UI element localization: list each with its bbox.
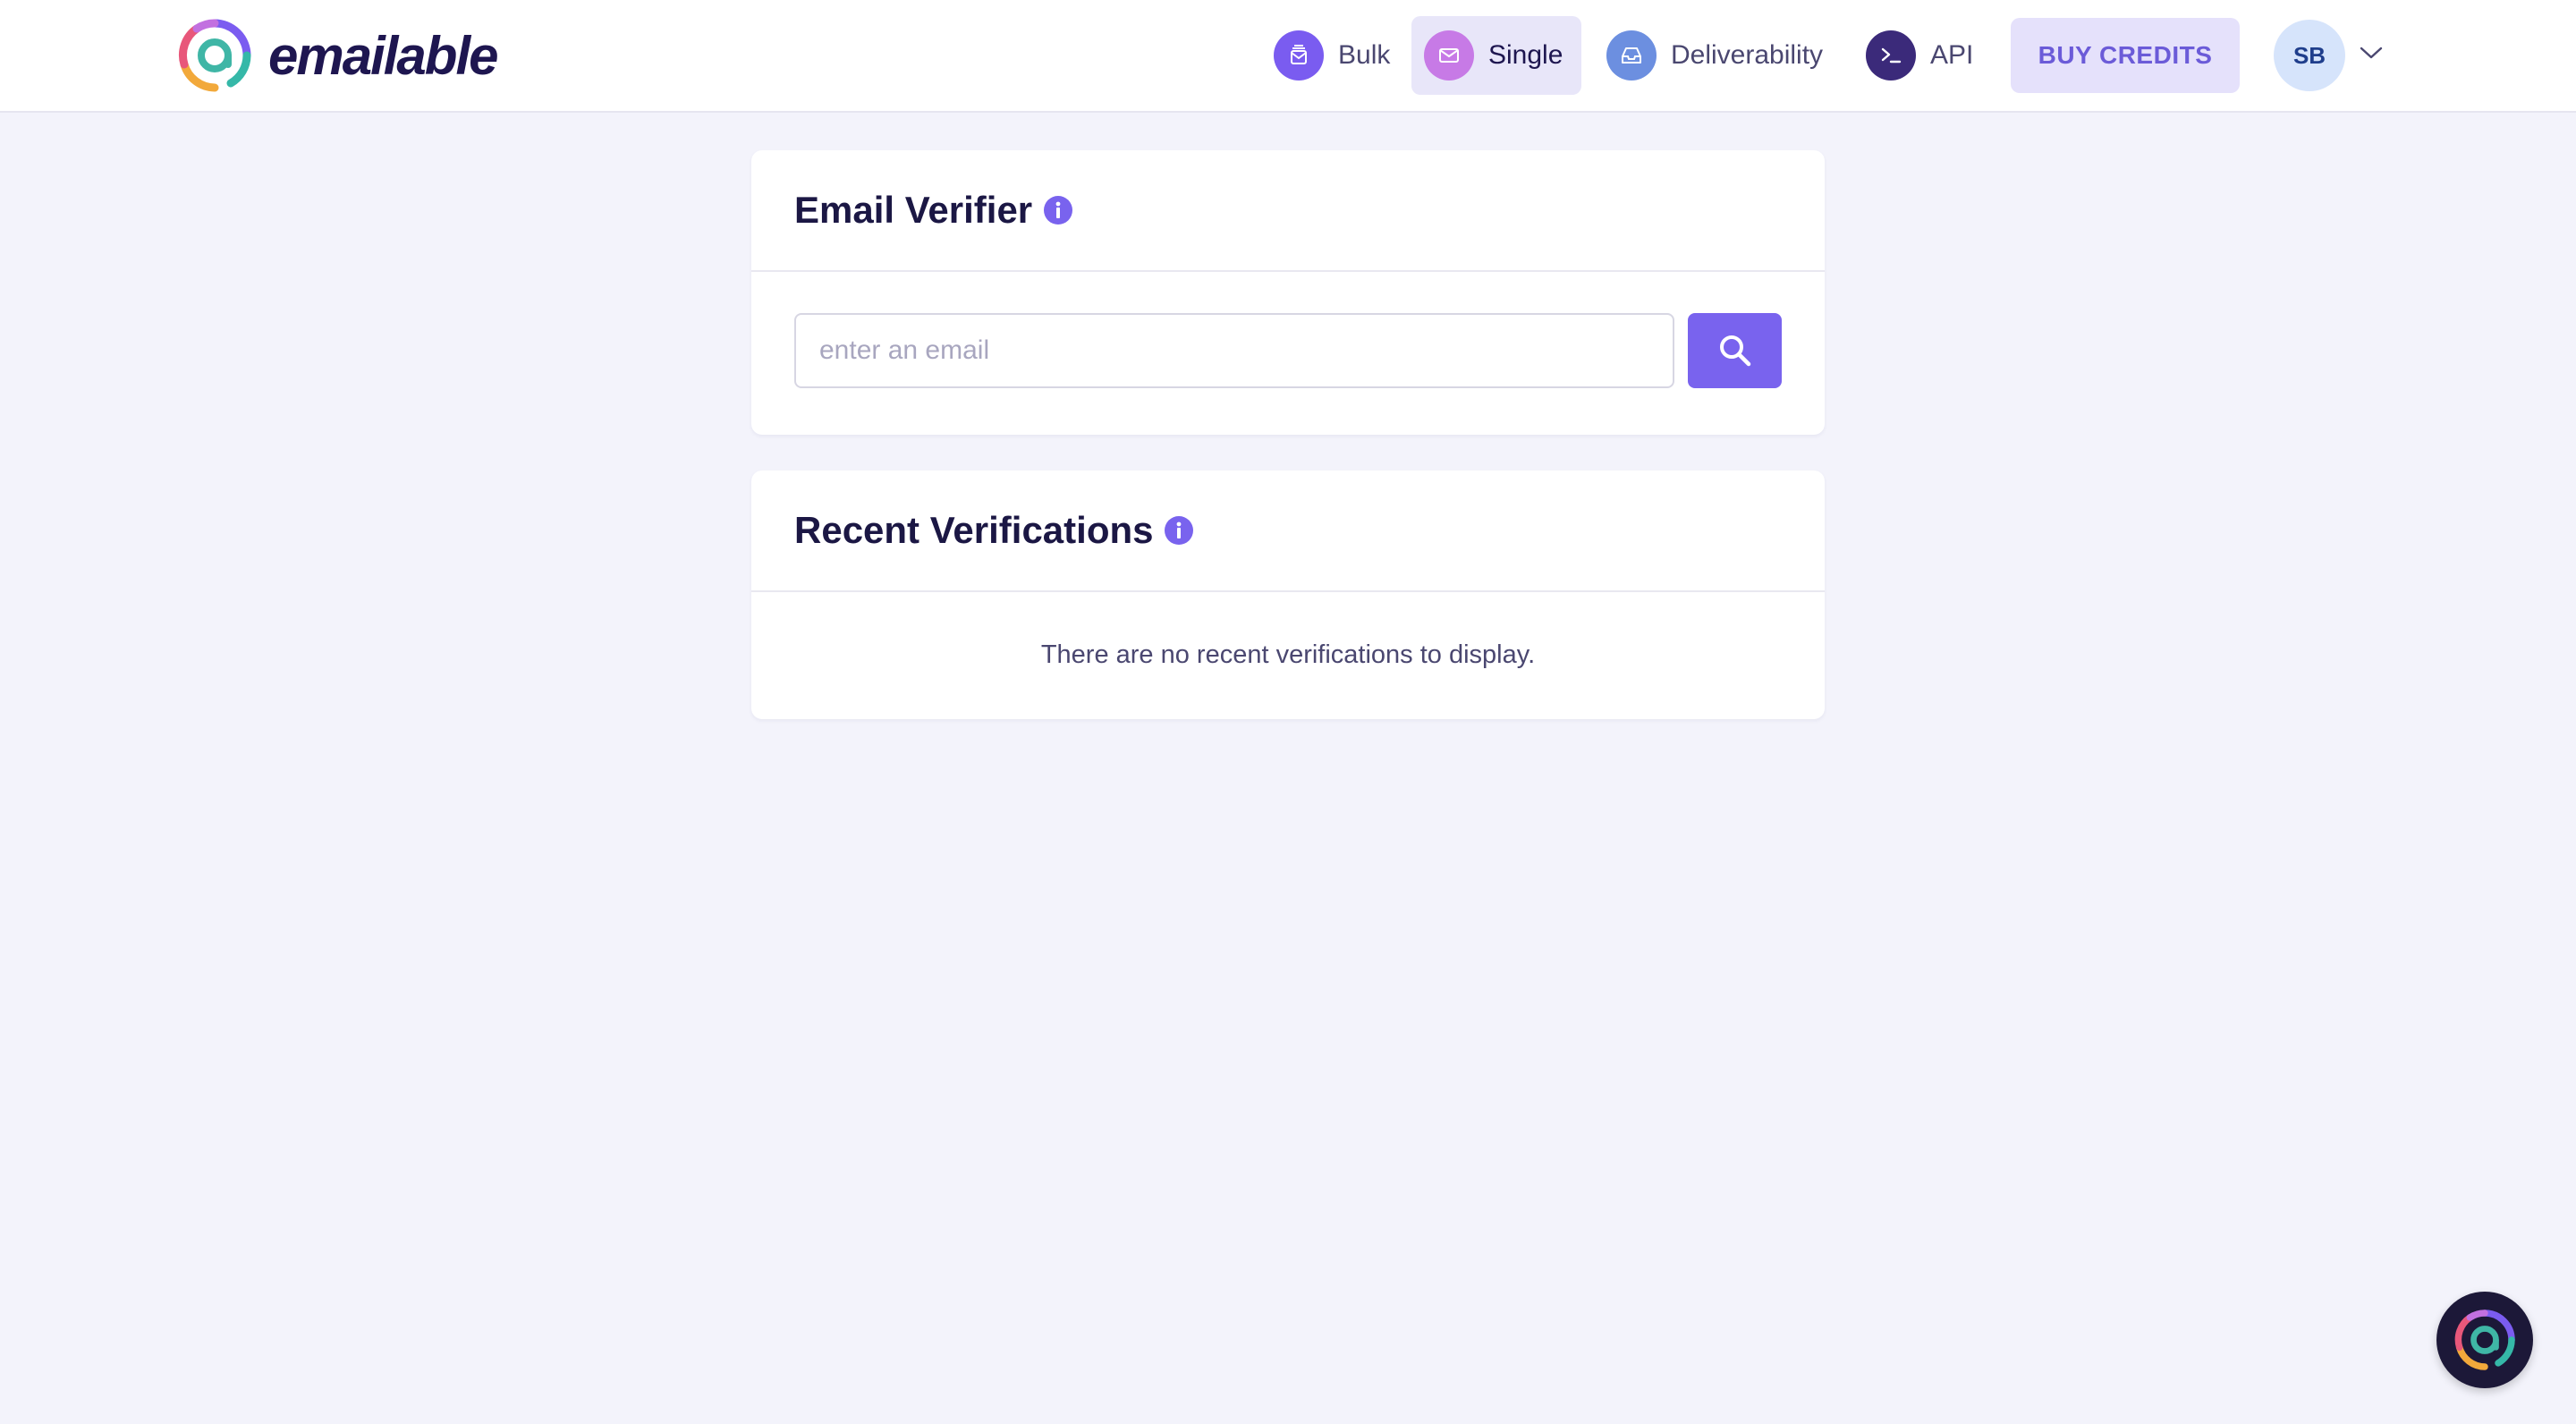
nav-label-deliverability: Deliverability bbox=[1671, 40, 1824, 70]
nav-label-single: Single bbox=[1488, 40, 1563, 70]
bulk-icon bbox=[1274, 30, 1324, 81]
nav-item-api[interactable]: API bbox=[1853, 16, 1986, 95]
emailable-logo-icon bbox=[179, 19, 251, 92]
info-icon[interactable] bbox=[1043, 195, 1073, 225]
verify-search-button[interactable] bbox=[1688, 313, 1782, 388]
brand-logo[interactable]: emailable bbox=[177, 18, 498, 93]
brand-wordmark: emailable bbox=[268, 25, 498, 86]
card-header: Email Verifier bbox=[751, 150, 1825, 272]
recent-verifications-card: Recent Verifications There are no recent… bbox=[751, 470, 1825, 719]
envelope-icon bbox=[1424, 30, 1474, 81]
email-verifier-title: Email Verifier bbox=[794, 189, 1033, 231]
nav-item-single[interactable]: Single bbox=[1411, 16, 1581, 95]
search-icon bbox=[1719, 335, 1750, 367]
nav-item-bulk[interactable]: Bulk bbox=[1261, 16, 1402, 95]
support-chat-button[interactable] bbox=[2436, 1292, 2533, 1388]
card-body bbox=[751, 272, 1825, 435]
email-verifier-card: Email Verifier bbox=[751, 150, 1825, 435]
info-icon[interactable] bbox=[1164, 515, 1194, 546]
recent-verifications-title: Recent Verifications bbox=[794, 509, 1154, 551]
nav-label-api: API bbox=[1930, 40, 1974, 70]
card-header: Recent Verifications bbox=[751, 470, 1825, 592]
buy-credits-button[interactable]: BUY CREDITS bbox=[2011, 18, 2240, 93]
top-navbar: emailable Bulk Single Deliverability API… bbox=[0, 0, 2576, 113]
nav-label-bulk: Bulk bbox=[1338, 40, 1391, 70]
user-avatar[interactable]: SB bbox=[2274, 20, 2345, 91]
empty-state-message: There are no recent verifications to dis… bbox=[1040, 640, 1536, 669]
nav-item-deliverability[interactable]: Deliverability bbox=[1594, 16, 1835, 95]
email-input[interactable] bbox=[794, 313, 1674, 388]
emailable-chat-icon bbox=[2454, 1310, 2515, 1370]
inbox-icon bbox=[1606, 30, 1657, 81]
terminal-icon bbox=[1866, 30, 1916, 81]
chevron-down-icon[interactable] bbox=[2358, 39, 2385, 66]
card-body: There are no recent verifications to dis… bbox=[751, 592, 1825, 717]
